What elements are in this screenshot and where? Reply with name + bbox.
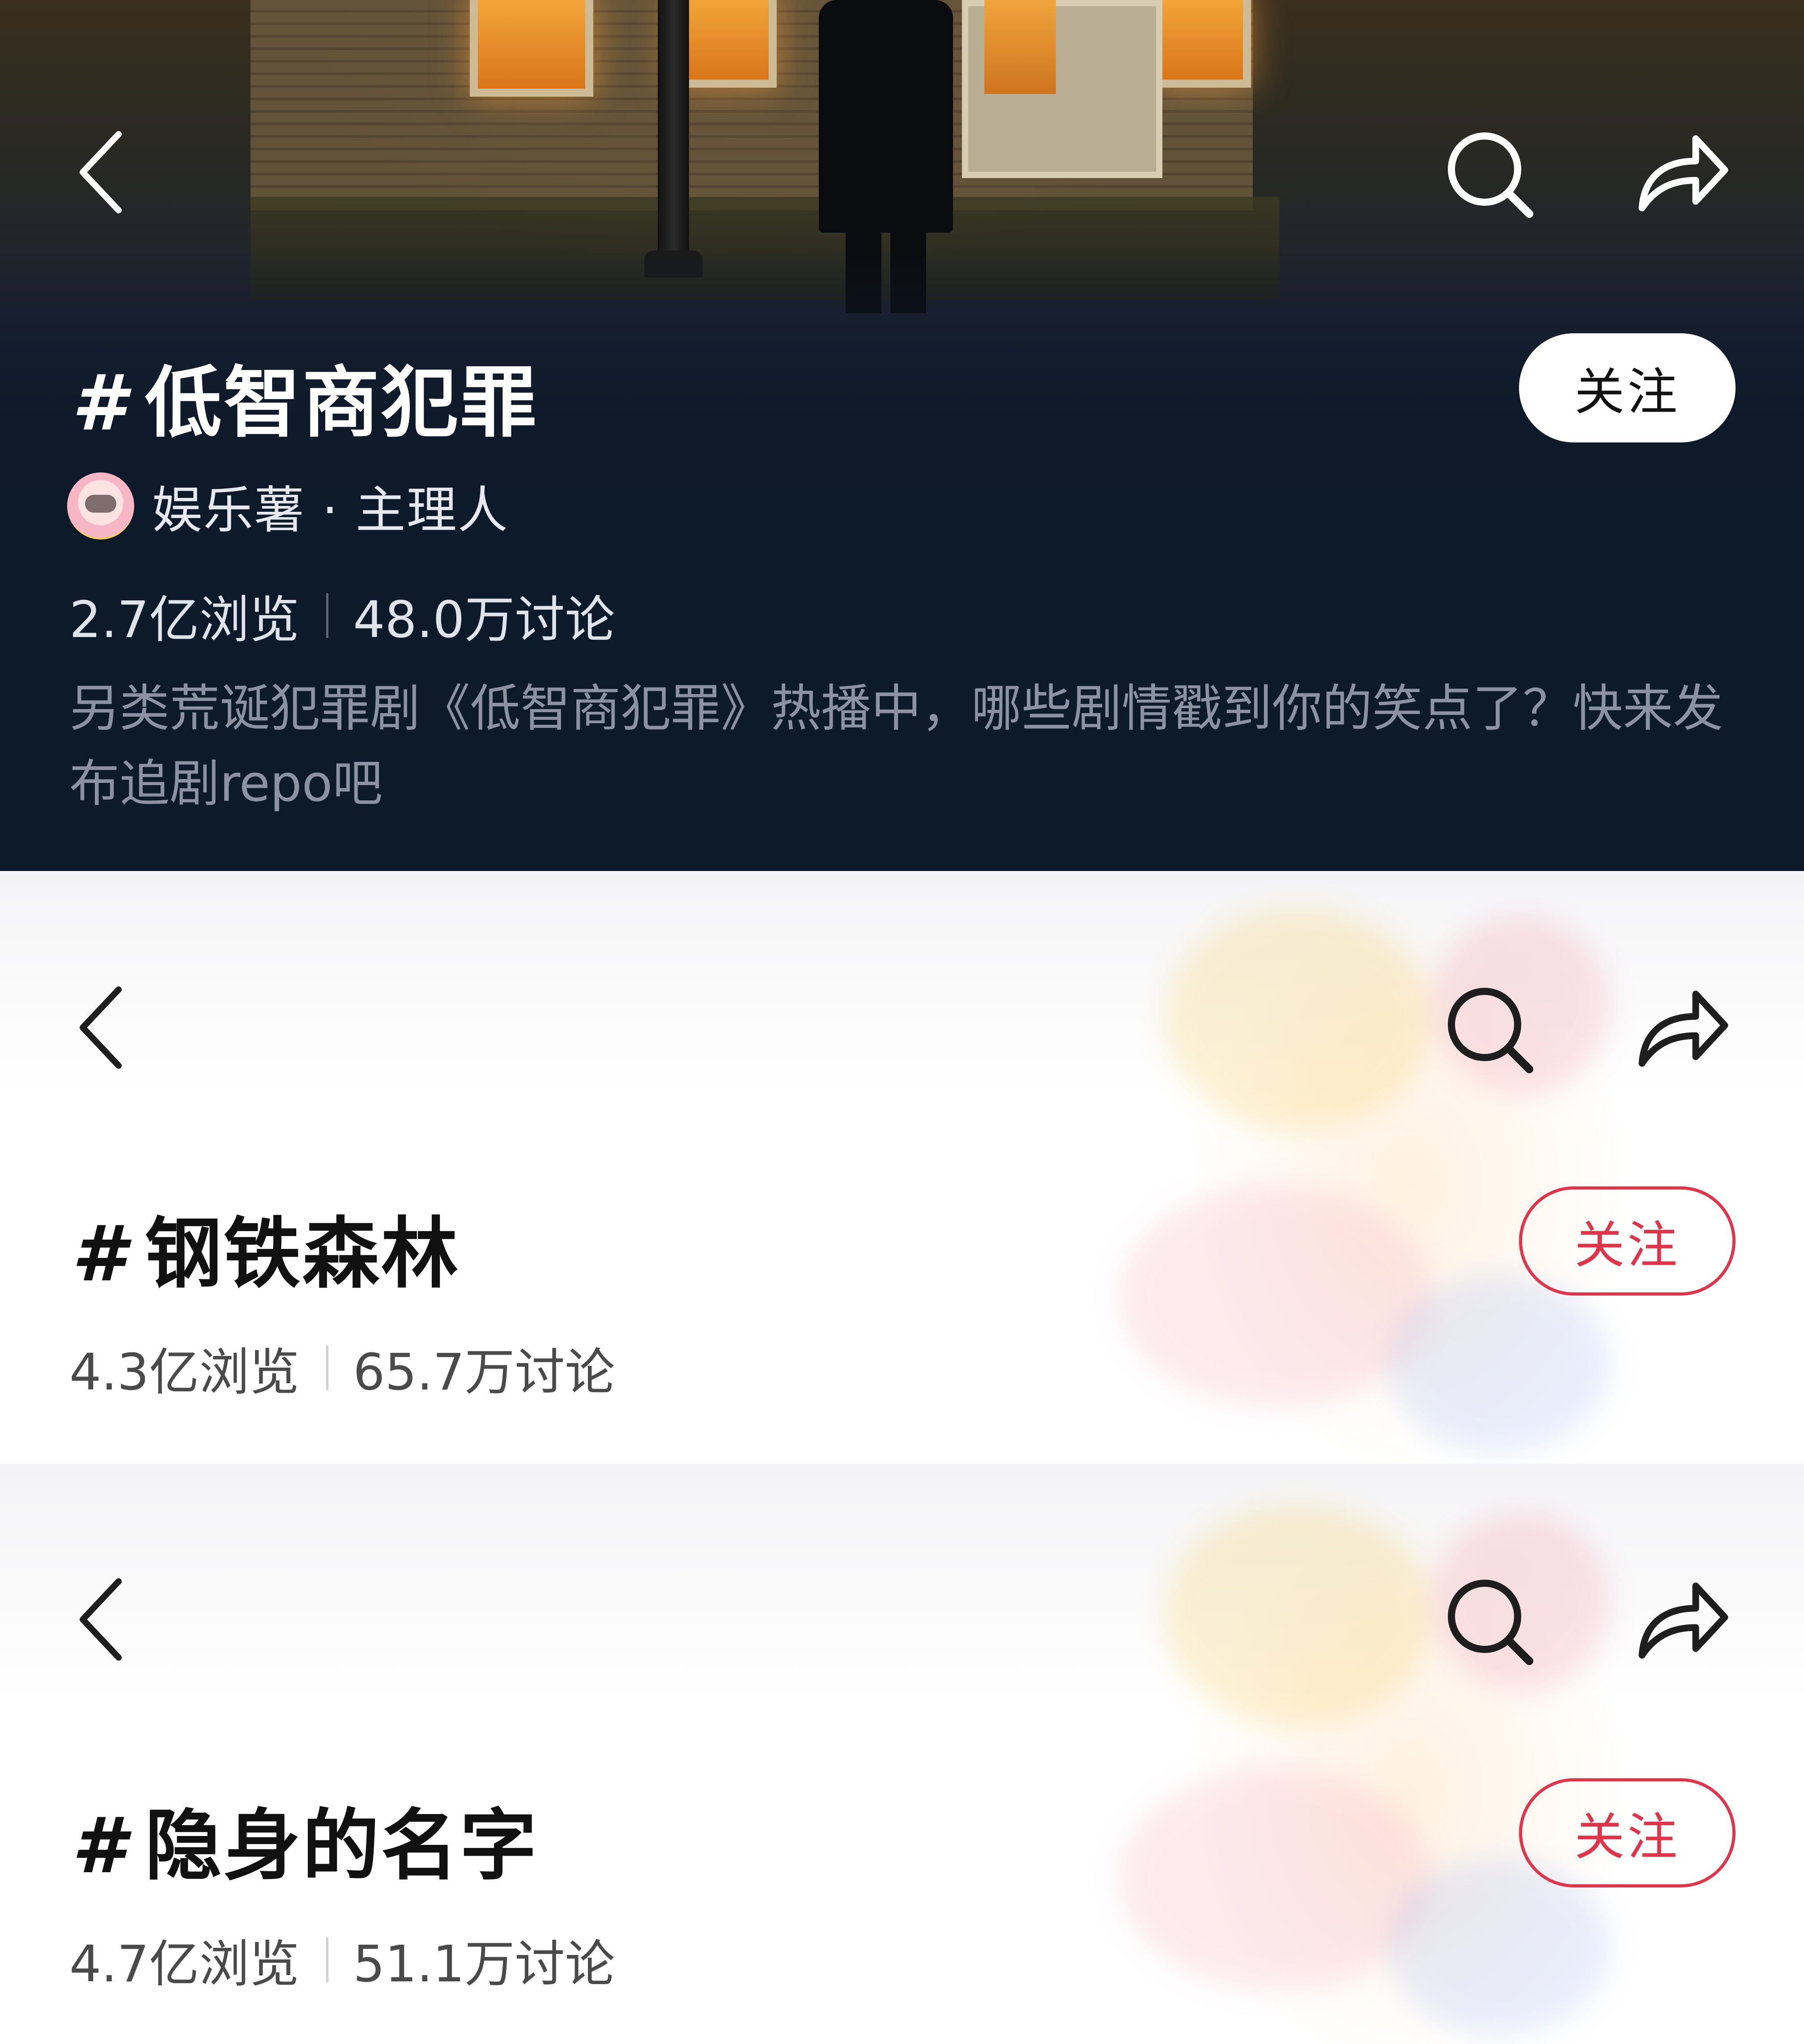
search-icon[interactable] bbox=[1445, 985, 1535, 1075]
follow-button[interactable]: 关注 bbox=[1519, 1186, 1736, 1296]
decorative-blob bbox=[1119, 1184, 1432, 1408]
topic-title-text: 隐身的名字 bbox=[145, 1801, 539, 1891]
views-count: 2.7亿浏览 bbox=[69, 591, 300, 649]
follow-button[interactable]: 关注 bbox=[1519, 333, 1736, 442]
share-arrow-icon[interactable] bbox=[1633, 127, 1732, 217]
topic-title-text: 低智商犯罪 bbox=[145, 358, 539, 448]
search-icon[interactable] bbox=[1445, 1577, 1535, 1666]
back-chevron-icon[interactable] bbox=[76, 130, 125, 215]
hashtag-symbol: # bbox=[72, 1209, 127, 1299]
avatar[interactable] bbox=[67, 472, 134, 540]
topic-host[interactable]: 娱乐薯 · 主理人 bbox=[67, 470, 509, 542]
hashtag-symbol: # bbox=[72, 358, 127, 448]
views-count: 4.3亿浏览 bbox=[69, 1343, 300, 1402]
decorative-blob bbox=[1119, 1767, 1432, 1991]
discussion-count: 51.1万讨论 bbox=[353, 1935, 615, 1993]
topic-description: 另类荒诞犯罪剧《低智商犯罪》热播中，哪些剧情戳到你的笑点了？快来发布追剧repo… bbox=[69, 680, 1723, 813]
topic-title-text: 钢铁森林 bbox=[145, 1209, 460, 1299]
discussion-count: 65.7万讨论 bbox=[353, 1343, 615, 1402]
stats-divider bbox=[326, 593, 329, 638]
topic-stats: 4.7亿浏览 51.1万讨论 bbox=[69, 1924, 615, 1996]
lit-window bbox=[1154, 0, 1251, 88]
lamp-post bbox=[658, 0, 689, 277]
back-chevron-icon[interactable] bbox=[76, 985, 125, 1070]
topic-stats: 2.7亿浏览 48.0万讨论 bbox=[69, 579, 615, 652]
back-chevron-icon[interactable] bbox=[76, 1577, 125, 1662]
decorative-blob bbox=[1163, 1503, 1432, 1727]
share-arrow-icon[interactable] bbox=[1633, 1575, 1732, 1664]
stats-divider bbox=[326, 1938, 329, 1982]
views-count: 4.7亿浏览 bbox=[69, 1935, 300, 1993]
decorative-blob bbox=[1387, 1274, 1611, 1453]
search-icon[interactable] bbox=[1445, 130, 1535, 219]
lit-window bbox=[470, 0, 593, 97]
door-window bbox=[984, 0, 1056, 94]
stats-divider bbox=[326, 1346, 329, 1390]
panel-separator bbox=[0, 1464, 1804, 1476]
decorative-blob bbox=[1163, 907, 1432, 1130]
topic-title: # 低智商犯罪 bbox=[72, 340, 539, 452]
topic-header-low-iq-crime: # 低智商犯罪 关注 娱乐薯 · 主理人 2.7亿浏览 48.0万讨论 另类荒诞犯… bbox=[0, 0, 1804, 871]
share-arrow-icon[interactable] bbox=[1633, 983, 1732, 1072]
follow-button[interactable]: 关注 bbox=[1519, 1778, 1736, 1887]
silhouette-figure bbox=[819, 0, 953, 233]
hashtag-symbol: # bbox=[72, 1801, 127, 1891]
topic-header-invisible-name: # 隐身的名字 关注 4.7亿浏览 51.1万讨论 bbox=[0, 1476, 1804, 2044]
topic-title: # 钢铁森林 bbox=[72, 1191, 460, 1303]
host-name: 娱乐薯 · 主理人 bbox=[152, 481, 509, 540]
topic-stats: 4.3亿浏览 65.7万讨论 bbox=[69, 1332, 615, 1404]
topic-header-steel-forest: # 钢铁森林 关注 4.3亿浏览 65.7万讨论 bbox=[0, 871, 1804, 1464]
topic-title: # 隐身的名字 bbox=[72, 1783, 539, 1895]
discussion-count: 48.0万讨论 bbox=[353, 591, 615, 649]
